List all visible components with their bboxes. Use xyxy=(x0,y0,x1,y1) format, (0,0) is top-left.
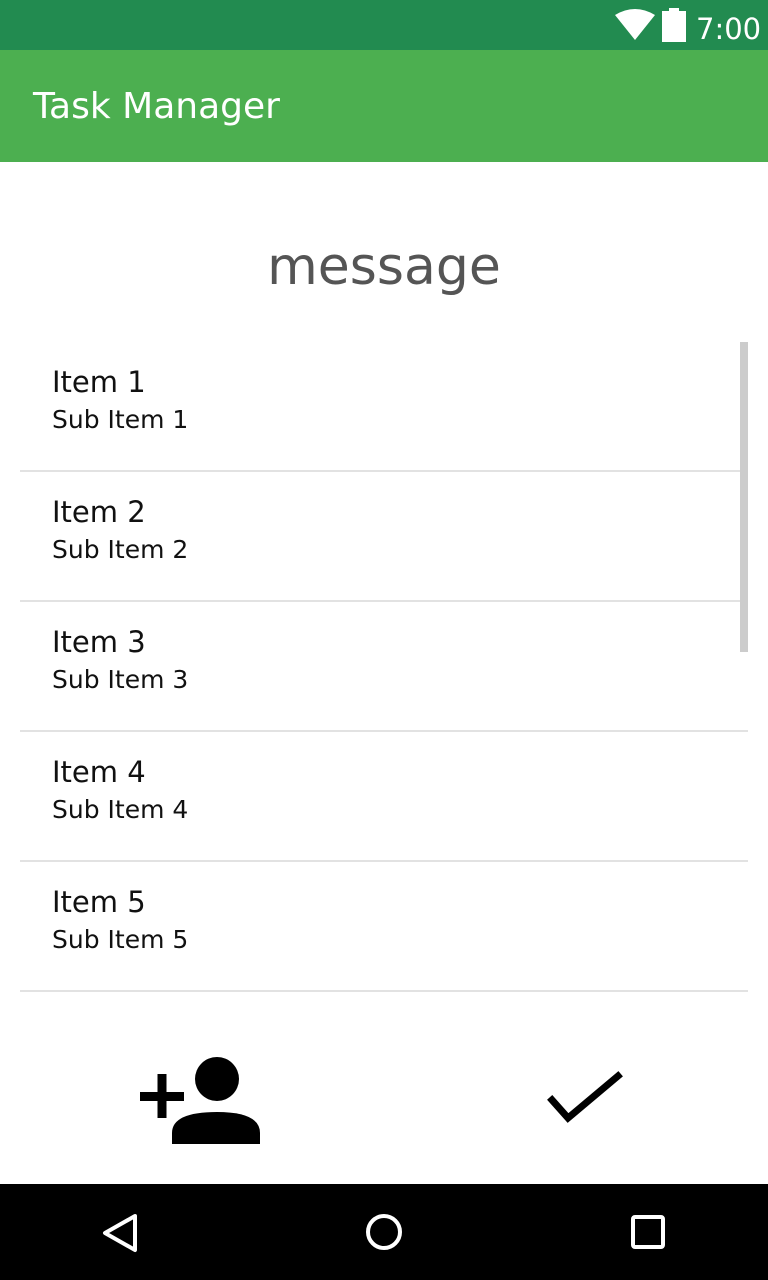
list-item[interactable]: Item 3 Sub Item 3 xyxy=(20,602,748,732)
status-time: 7:00 xyxy=(696,12,762,46)
back-icon[interactable] xyxy=(100,1213,140,1253)
recent-apps-icon[interactable] xyxy=(631,1215,665,1249)
list-item-title: Item 2 xyxy=(52,495,146,529)
add-person-icon[interactable] xyxy=(138,1054,262,1146)
battery-icon xyxy=(662,8,686,42)
wifi-icon xyxy=(615,9,655,40)
list-item-title: Item 4 xyxy=(52,755,146,789)
list-item-title: Item 5 xyxy=(52,885,146,919)
list-scrollbar[interactable] xyxy=(740,342,748,652)
list-item[interactable]: Item 1 Sub Item 1 xyxy=(20,342,748,472)
list-item-subtitle: Sub Item 5 xyxy=(52,925,189,954)
home-icon[interactable] xyxy=(364,1212,404,1252)
list-item-subtitle: Sub Item 3 xyxy=(52,665,189,694)
task-list[interactable]: Item 1 Sub Item 1 Item 2 Sub Item 2 Item… xyxy=(20,342,748,992)
list-item[interactable]: Item 4 Sub Item 4 xyxy=(20,732,748,862)
app-title: Task Manager xyxy=(33,86,280,127)
status-bar: 7:00 xyxy=(0,0,768,50)
check-icon[interactable] xyxy=(546,1070,626,1130)
list-item-subtitle: Sub Item 4 xyxy=(52,795,189,824)
message-text: message xyxy=(267,237,501,297)
list-item[interactable]: Item 5 Sub Item 5 xyxy=(20,862,748,992)
list-item[interactable]: Item 2 Sub Item 2 xyxy=(20,472,748,602)
list-item-subtitle: Sub Item 1 xyxy=(52,405,189,434)
list-item-subtitle: Sub Item 2 xyxy=(52,535,189,564)
list-item-title: Item 1 xyxy=(52,365,146,399)
app-bar: Task Manager xyxy=(0,50,768,162)
list-item-title: Item 3 xyxy=(52,625,146,659)
